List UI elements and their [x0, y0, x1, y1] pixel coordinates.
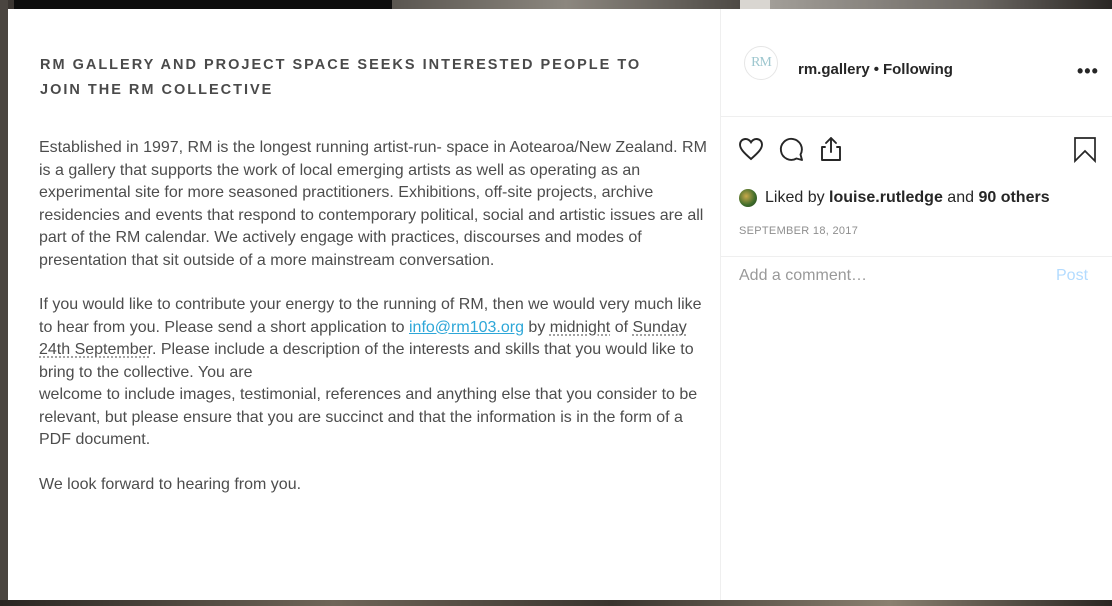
post-sidebar: RM rm.gallery • Following ••• Liked by lou…	[721, 9, 1112, 600]
post-modal: RM GALLERY AND PROJECT SPACE SEEKS INTER…	[8, 9, 1112, 600]
likes-summary: Liked by louise.rutledge and 90 others	[739, 189, 1050, 207]
background-edge	[0, 0, 8, 606]
avatar-logo: RM	[751, 55, 772, 70]
email-link[interactable]: info@rm103.org	[409, 319, 524, 336]
separator: •	[873, 61, 879, 78]
more-icon[interactable]: •••	[1077, 61, 1099, 82]
paragraph-application: If you would like to contribute your ene…	[39, 296, 702, 381]
paragraph-closing: We look forward to hearing from you.	[39, 475, 302, 493]
avatar[interactable]: RM	[744, 46, 778, 80]
midnight-text: midnight	[549, 318, 611, 336]
liker-username[interactable]: louise.rutledge	[829, 189, 943, 207]
following-button[interactable]: Following	[883, 61, 953, 78]
post-actions: Liked by louise.rutledge and 90 others S…	[721, 126, 1112, 257]
heading-line-2: JOIN THE RM COLLECTIVE	[40, 82, 274, 98]
post-date: SEPTEMBER 18, 2017	[739, 225, 859, 237]
comment-icon[interactable]	[777, 135, 805, 163]
paragraph-intro-cont: part of the RM calendar. We actively eng…	[39, 229, 642, 269]
heart-icon[interactable]	[737, 135, 765, 163]
post-header: RM rm.gallery • Following •••	[721, 9, 1112, 117]
comment-form: Post	[721, 257, 1112, 297]
post-body: Established in 1997, RM is the longest r…	[39, 137, 707, 496]
post-heading: RM GALLERY AND PROJECT SPACE SEEKS INTER…	[40, 53, 680, 103]
liker-avatar[interactable]	[739, 189, 757, 207]
comment-input[interactable]	[739, 267, 1039, 285]
paragraph-application-cont: welcome to include images, testimonial, …	[39, 386, 698, 448]
username-link[interactable]: rm.gallery • Following	[798, 61, 953, 78]
background-photos-bottom	[0, 600, 1112, 606]
post-button[interactable]: Post	[1056, 267, 1088, 285]
heading-line-1: RM GALLERY AND PROJECT SPACE SEEKS INTER…	[40, 57, 642, 73]
post-image: RM GALLERY AND PROJECT SPACE SEEKS INTER…	[8, 9, 721, 600]
likes-count[interactable]: 90 others	[978, 189, 1049, 207]
bookmark-icon[interactable]	[1071, 135, 1099, 164]
share-icon[interactable]	[817, 135, 845, 163]
paragraph-intro: Established in 1997, RM is the longest r…	[39, 139, 707, 224]
